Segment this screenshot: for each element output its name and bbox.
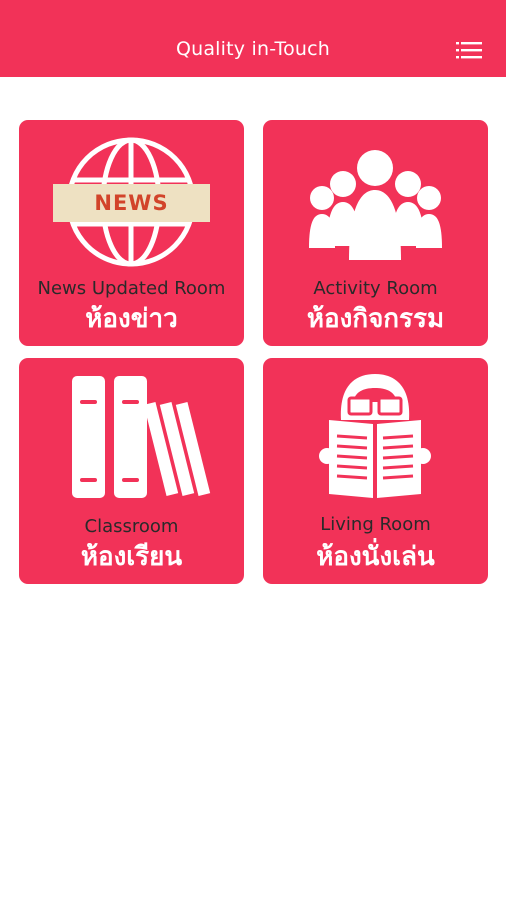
room-label-en: News Updated Room <box>37 278 226 299</box>
room-label-en: Activity Room <box>313 278 438 299</box>
room-tile-news[interactable]: NEWS News Updated Room ห้องข่าว <box>19 120 244 346</box>
room-label-th: ห้องกิจกรรม <box>306 304 445 334</box>
news-badge: NEWS <box>94 191 169 215</box>
room-label-th: ห้องนั่งเล่น <box>316 542 435 572</box>
hamburger-menu-icon <box>456 42 482 59</box>
room-label-th: ห้องเรียน <box>80 542 183 572</box>
room-tile-classroom[interactable]: Classroom ห้องเรียน <box>19 358 244 584</box>
top-bar: Quality in-Touch <box>0 0 506 77</box>
app-title: Quality in-Touch <box>175 38 331 60</box>
menu-button[interactable] <box>452 40 486 64</box>
room-tile-living[interactable]: Living Room ห้องนั่งเล่น <box>263 358 488 584</box>
room-label-en: Living Room <box>320 514 431 535</box>
room-label-th: ห้องข่าว <box>85 304 178 334</box>
room-label-en: Classroom <box>84 516 179 537</box>
room-tile-activity[interactable]: Activity Room ห้องกิจกรรม <box>263 120 488 346</box>
